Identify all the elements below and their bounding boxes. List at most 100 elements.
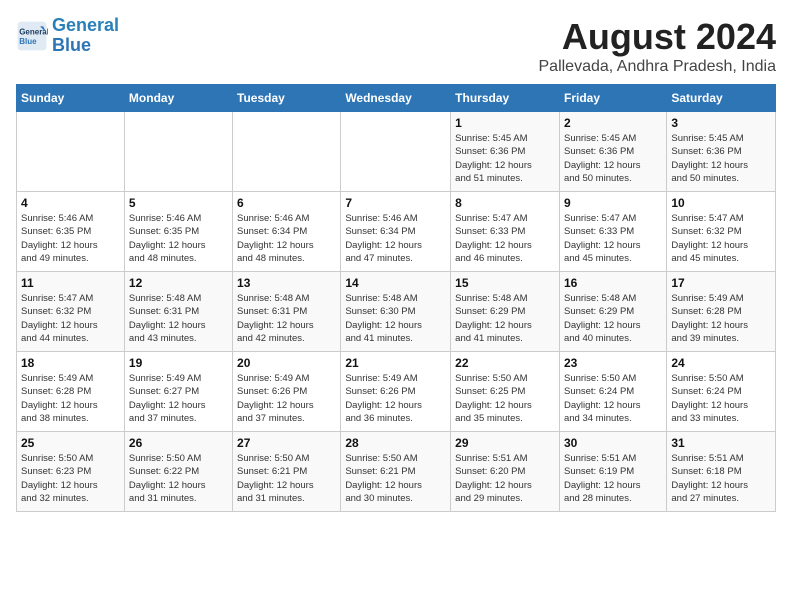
calendar-cell: 25 Sunrise: 5:50 AM Sunset: 6:23 PM Dayli…	[17, 432, 125, 512]
calendar-cell	[341, 112, 451, 192]
day-of-week-header: Saturday	[667, 85, 776, 112]
calendar-cell: 6Sunrise: 5:46 AM Sunset: 6:34 PM Daylig…	[233, 192, 341, 272]
calendar-cell: 9 Sunrise: 5:47 AM Sunset: 6:33 PM Daylig…	[559, 192, 666, 272]
day-number: 7	[345, 196, 446, 210]
calendar-cell	[124, 112, 232, 192]
day-number: 6	[237, 196, 336, 210]
page-title: August 2024	[539, 16, 777, 58]
day-number: 3	[671, 116, 771, 130]
calendar-cell: 20 Sunrise: 5:49 AM Sunset: 6:26 PM Dayli…	[233, 352, 341, 432]
day-info: Sunrise: 5:48 AM Sunset: 6:29 PM Dayligh…	[455, 292, 555, 345]
day-info: Sunrise: 5:50 AM Sunset: 6:24 PM Dayligh…	[564, 372, 662, 425]
svg-text:Blue: Blue	[19, 37, 37, 46]
day-number: 20	[237, 356, 336, 370]
day-info: Sunrise: 5:51 AM Sunset: 6:18 PM Dayligh…	[671, 452, 771, 505]
calendar-cell: 3 Sunrise: 5:45 AM Sunset: 6:36 PM Daylig…	[667, 112, 776, 192]
day-info: Sunrise: 5:47 AM Sunset: 6:33 PM Dayligh…	[455, 212, 555, 265]
day-of-week-header: Monday	[124, 85, 232, 112]
calendar-cell: 2 Sunrise: 5:45 AM Sunset: 6:36 PM Daylig…	[559, 112, 666, 192]
day-info: Sunrise: 5:49 AM Sunset: 6:26 PM Dayligh…	[237, 372, 336, 425]
day-info: Sunrise: 5:50 AM Sunset: 6:25 PM Dayligh…	[455, 372, 555, 425]
day-number: 24	[671, 356, 771, 370]
calendar-cell: 31 Sunrise: 5:51 AM Sunset: 6:18 PM Dayli…	[667, 432, 776, 512]
day-number: 25	[21, 436, 120, 450]
day-info: Sunrise: 5:45 AM Sunset: 6:36 PM Dayligh…	[564, 132, 662, 185]
calendar-cell: 14 Sunrise: 5:48 AM Sunset: 6:30 PM Dayli…	[341, 272, 451, 352]
day-number: 15	[455, 276, 555, 290]
day-of-week-header: Wednesday	[341, 85, 451, 112]
day-number: 23	[564, 356, 662, 370]
day-info: Sunrise: 5:47 AM Sunset: 6:32 PM Dayligh…	[671, 212, 771, 265]
calendar-cell: 12 Sunrise: 5:48 AM Sunset: 6:31 PM Dayli…	[124, 272, 232, 352]
day-info: Sunrise: 5:46 AM Sunset: 6:35 PM Dayligh…	[129, 212, 228, 265]
day-info: Sunrise: 5:46 AM Sunset: 6:34 PM Dayligh…	[345, 212, 446, 265]
day-info: Sunrise: 5:45 AM Sunset: 6:36 PM Dayligh…	[671, 132, 771, 185]
calendar-cell: 21 Sunrise: 5:49 AM Sunset: 6:26 PM Dayli…	[341, 352, 451, 432]
calendar-cell: 29 Sunrise: 5:51 AM Sunset: 6:20 PM Dayli…	[451, 432, 560, 512]
day-number: 31	[671, 436, 771, 450]
day-info: Sunrise: 5:50 AM Sunset: 6:22 PM Dayligh…	[129, 452, 228, 505]
day-info: Sunrise: 5:48 AM Sunset: 6:29 PM Dayligh…	[564, 292, 662, 345]
day-info: Sunrise: 5:46 AM Sunset: 6:35 PM Dayligh…	[21, 212, 120, 265]
day-number: 4	[21, 196, 120, 210]
day-of-week-header: Tuesday	[233, 85, 341, 112]
day-number: 12	[129, 276, 228, 290]
calendar-cell: 4 Sunrise: 5:46 AM Sunset: 6:35 PM Daylig…	[17, 192, 125, 272]
day-info: Sunrise: 5:50 AM Sunset: 6:21 PM Dayligh…	[237, 452, 336, 505]
day-number: 17	[671, 276, 771, 290]
day-info: Sunrise: 5:49 AM Sunset: 6:28 PM Dayligh…	[21, 372, 120, 425]
day-number: 16	[564, 276, 662, 290]
day-number: 18	[21, 356, 120, 370]
day-info: Sunrise: 5:51 AM Sunset: 6:19 PM Dayligh…	[564, 452, 662, 505]
day-number: 27	[237, 436, 336, 450]
day-number: 1	[455, 116, 555, 130]
calendar-cell: 30Sunrise: 5:51 AM Sunset: 6:19 PM Dayli…	[559, 432, 666, 512]
calendar-cell: 28 Sunrise: 5:50 AM Sunset: 6:21 PM Dayli…	[341, 432, 451, 512]
day-info: Sunrise: 5:49 AM Sunset: 6:26 PM Dayligh…	[345, 372, 446, 425]
calendar-cell: 22 Sunrise: 5:50 AM Sunset: 6:25 PM Dayli…	[451, 352, 560, 432]
day-number: 2	[564, 116, 662, 130]
day-info: Sunrise: 5:45 AM Sunset: 6:36 PM Dayligh…	[455, 132, 555, 185]
day-of-week-header: Thursday	[451, 85, 560, 112]
logo-text: GeneralBlue	[52, 16, 119, 56]
calendar-cell: 26 Sunrise: 5:50 AM Sunset: 6:22 PM Dayli…	[124, 432, 232, 512]
day-info: Sunrise: 5:47 AM Sunset: 6:32 PM Dayligh…	[21, 292, 120, 345]
title-block: August 2024 Pallevada, Andhra Pradesh, I…	[539, 16, 777, 76]
day-number: 9	[564, 196, 662, 210]
day-info: Sunrise: 5:50 AM Sunset: 6:21 PM Dayligh…	[345, 452, 446, 505]
day-number: 19	[129, 356, 228, 370]
calendar-cell: 7 Sunrise: 5:46 AM Sunset: 6:34 PM Daylig…	[341, 192, 451, 272]
calendar-cell: 16 Sunrise: 5:48 AM Sunset: 6:29 PM Dayli…	[559, 272, 666, 352]
day-info: Sunrise: 5:49 AM Sunset: 6:28 PM Dayligh…	[671, 292, 771, 345]
calendar-cell: 8 Sunrise: 5:47 AM Sunset: 6:33 PM Daylig…	[451, 192, 560, 272]
calendar-cell: 11 Sunrise: 5:47 AM Sunset: 6:32 PM Dayli…	[17, 272, 125, 352]
day-of-week-header: Friday	[559, 85, 666, 112]
day-number: 5	[129, 196, 228, 210]
calendar-cell: 13Sunrise: 5:48 AM Sunset: 6:31 PM Dayli…	[233, 272, 341, 352]
day-info: Sunrise: 5:48 AM Sunset: 6:31 PM Dayligh…	[129, 292, 228, 345]
day-number: 11	[21, 276, 120, 290]
calendar-cell: 17 Sunrise: 5:49 AM Sunset: 6:28 PM Dayli…	[667, 272, 776, 352]
day-info: Sunrise: 5:48 AM Sunset: 6:30 PM Dayligh…	[345, 292, 446, 345]
calendar-cell	[17, 112, 125, 192]
calendar-cell	[233, 112, 341, 192]
day-info: Sunrise: 5:48 AM Sunset: 6:31 PM Dayligh…	[237, 292, 336, 345]
day-info: Sunrise: 5:47 AM Sunset: 6:33 PM Dayligh…	[564, 212, 662, 265]
calendar-cell: 27 Sunrise: 5:50 AM Sunset: 6:21 PM Dayli…	[233, 432, 341, 512]
day-of-week-header: Sunday	[17, 85, 125, 112]
calendar-cell: 24 Sunrise: 5:50 AM Sunset: 6:24 PM Dayli…	[667, 352, 776, 432]
day-number: 22	[455, 356, 555, 370]
day-number: 29	[455, 436, 555, 450]
day-info: Sunrise: 5:51 AM Sunset: 6:20 PM Dayligh…	[455, 452, 555, 505]
calendar-table: SundayMondayTuesdayWednesdayThursdayFrid…	[16, 84, 776, 512]
day-number: 28	[345, 436, 446, 450]
day-number: 14	[345, 276, 446, 290]
day-info: Sunrise: 5:50 AM Sunset: 6:24 PM Dayligh…	[671, 372, 771, 425]
day-info: Sunrise: 5:50 AM Sunset: 6:23 PM Dayligh…	[21, 452, 120, 505]
calendar-cell: 1 Sunrise: 5:45 AM Sunset: 6:36 PM Daylig…	[451, 112, 560, 192]
day-number: 21	[345, 356, 446, 370]
day-number: 8	[455, 196, 555, 210]
day-number: 26	[129, 436, 228, 450]
page-subtitle: Pallevada, Andhra Pradesh, India	[539, 58, 777, 76]
calendar-cell: 18 Sunrise: 5:49 AM Sunset: 6:28 PM Dayli…	[17, 352, 125, 432]
